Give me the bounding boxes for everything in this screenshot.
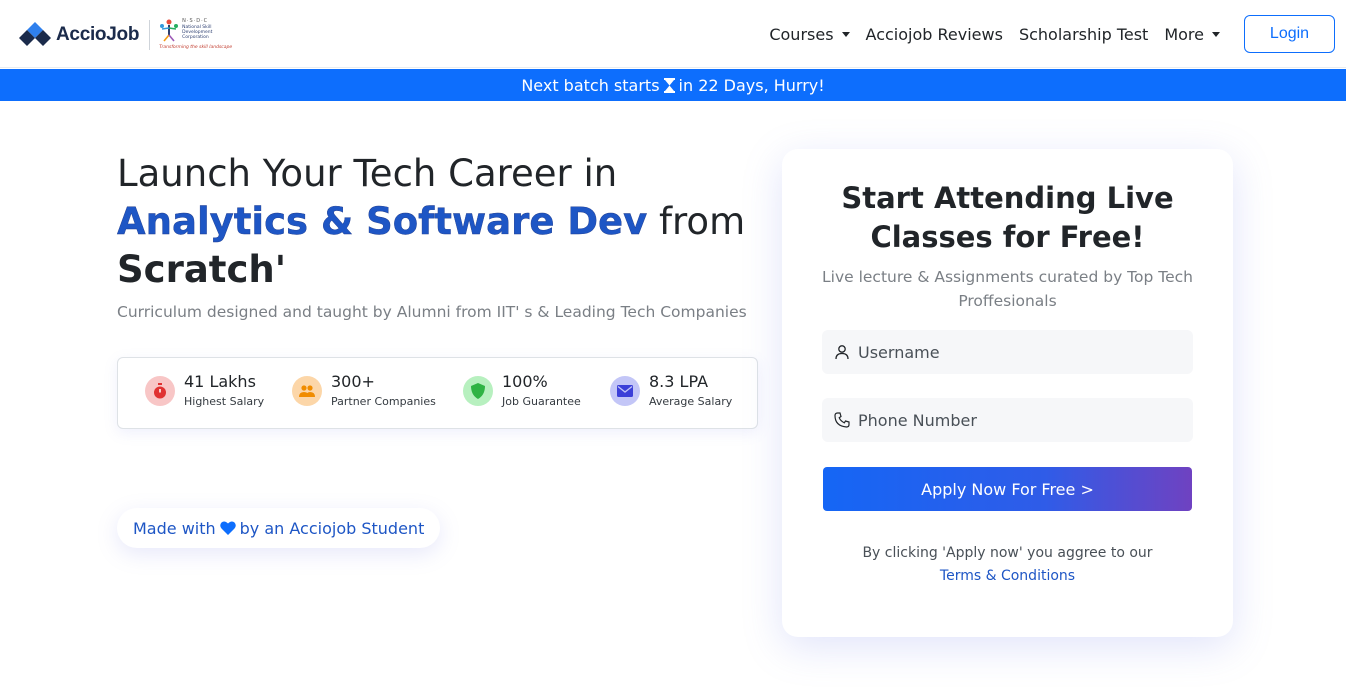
nav-more[interactable]: More xyxy=(1164,25,1220,44)
shield-icon xyxy=(463,376,493,406)
brand-logo[interactable]: AccioJob N·S·D·C National Skill Developm… xyxy=(19,18,233,52)
terms-notice: By clicking 'Apply now' you aggree to ou… xyxy=(862,545,1153,561)
stat-value: 8.3 LPA xyxy=(649,372,709,391)
stat-label: Highest Salary xyxy=(184,395,265,408)
stat-partner-companies: 300+ Partner Companies xyxy=(292,372,436,410)
stat-label: Partner Companies xyxy=(331,395,436,408)
stat-value: 41 Lakhs xyxy=(184,372,256,391)
username-field[interactable] xyxy=(822,330,1193,374)
hero-title-line3: Scratch' xyxy=(117,248,287,291)
nav-scholarship-test[interactable]: Scholarship Test xyxy=(1019,25,1148,44)
chevron-down-icon xyxy=(1212,31,1220,37)
top-navbar: AccioJob N·S·D·C National Skill Developm… xyxy=(0,0,1346,68)
heart-icon xyxy=(219,521,236,535)
made-with-badge[interactable]: Made with by an Acciojob Student xyxy=(117,508,441,548)
next-batch-banner: Next batch starts in 22 Days, Hurry! xyxy=(0,69,1346,101)
user-icon xyxy=(835,345,849,360)
nsdc-tagline: Transforming the skill landscape xyxy=(159,45,233,50)
apply-now-button[interactable]: Apply Now For Free > xyxy=(823,467,1192,511)
nsdc-logo: N·S·D·C National Skill Development Corpo… xyxy=(158,18,233,52)
made-with-suffix: by an Acciojob Student xyxy=(239,518,425,538)
nav-more-label: More xyxy=(1164,24,1204,44)
stopwatch-icon xyxy=(145,376,175,406)
phone-input[interactable] xyxy=(858,410,1178,430)
hero-title-from: from xyxy=(647,200,746,243)
username-input[interactable] xyxy=(858,342,1178,362)
brand-divider xyxy=(149,20,151,50)
stats-panel: 41 Lakhs Highest Salary 300+ Partner Com… xyxy=(117,357,758,429)
phone-field[interactable] xyxy=(822,398,1193,442)
hero-title-accent: Analytics & Software Dev xyxy=(117,200,648,243)
stat-value: 300+ xyxy=(331,372,375,391)
chevron-down-icon xyxy=(841,31,850,37)
stat-average-salary: 8.3 LPA Average Salary xyxy=(610,372,732,410)
nsdc-acronym: N·S·D·C xyxy=(182,18,209,24)
hourglass-icon xyxy=(663,77,675,93)
made-with-prefix: Made with xyxy=(133,518,216,538)
hero-subtitle: Curriculum designed and taught by Alumni… xyxy=(117,303,747,321)
nav-acciojob-reviews[interactable]: Acciojob Reviews xyxy=(866,25,1003,44)
hero-title-line1: Launch Your Tech Career in xyxy=(117,152,618,195)
stat-job-guarantee: 100% Job Guarantee xyxy=(463,372,581,410)
signup-subtitle: Live lecture & Assignments curated by To… xyxy=(822,268,1193,310)
brand-name: AccioJob xyxy=(56,24,140,45)
nav-courses-label: Courses xyxy=(769,24,834,44)
acciojob-logo-icon xyxy=(19,20,51,50)
nav-reviews-label: Acciojob Reviews xyxy=(865,24,1003,44)
phone-icon xyxy=(834,412,850,428)
envelope-icon xyxy=(610,376,640,406)
nav-courses[interactable]: Courses xyxy=(769,24,850,44)
banner-suffix: in 22 Days, Hurry! xyxy=(678,75,825,95)
stat-label: Average Salary xyxy=(649,395,733,408)
main-nav: Courses Acciojob Reviews Scholarship Tes… xyxy=(753,15,1335,53)
banner-prefix: Next batch starts xyxy=(521,75,660,95)
signup-card: Start Attending Live Classes for Free! L… xyxy=(782,149,1233,637)
stat-value: 100% xyxy=(502,372,548,391)
signup-title: Start Attending Live Classes for Free! xyxy=(841,181,1174,254)
nsdc-figure-icon xyxy=(160,19,179,42)
login-button[interactable]: Login xyxy=(1244,15,1335,53)
stat-highest-salary: 41 Lakhs Highest Salary xyxy=(145,372,264,410)
nav-scholarship-label: Scholarship Test xyxy=(1018,24,1149,44)
users-icon xyxy=(292,376,322,406)
nsdc-name: National Skill Development Corporation xyxy=(182,25,213,40)
hero-title: Launch Your Tech Career in Analytics & S… xyxy=(117,150,757,294)
stat-label: Job Guarantee xyxy=(502,395,581,408)
terms-conditions-link[interactable]: Terms & Conditions xyxy=(782,565,1233,588)
